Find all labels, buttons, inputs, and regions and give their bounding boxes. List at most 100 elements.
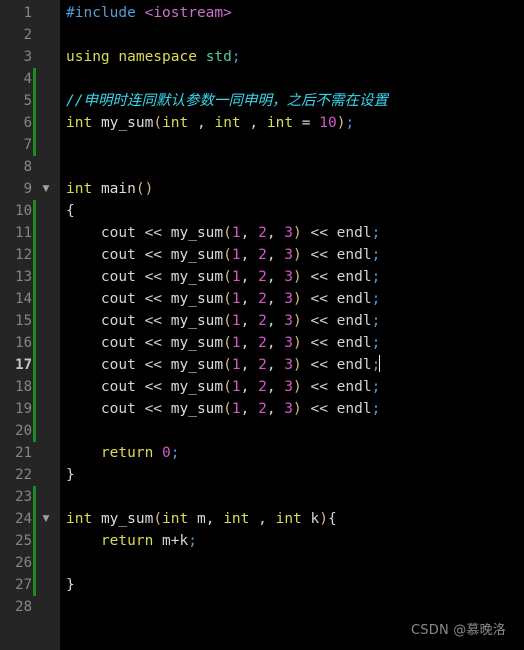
code-line-8[interactable] <box>60 156 524 178</box>
code-token: , <box>266 269 285 285</box>
code-line-10[interactable]: { <box>60 200 524 222</box>
line-number-label: 24 <box>15 511 32 527</box>
code-token: << endl <box>301 225 372 241</box>
line-number-23[interactable]: 23 <box>0 486 60 508</box>
code-line-24[interactable]: int my_sum(int m, int , int k){ <box>60 508 524 530</box>
line-number-20[interactable]: 20 <box>0 420 60 442</box>
code-token: return <box>100 445 154 461</box>
code-line-18[interactable]: cout << my_sum(1, 2, 3) << endl; <box>60 376 524 398</box>
line-number-14[interactable]: 14 <box>0 288 60 310</box>
line-number-gutter[interactable]: 1 2 3 4 5 6 7 8 9 ▼ 10 11 12 13 14 15 16 17 18 19 20 21 22 23 24… <box>0 0 60 650</box>
code-token: << endl <box>301 401 372 417</box>
code-token: , <box>266 291 285 307</box>
line-number-15[interactable]: 15 <box>0 310 60 332</box>
line-number-label: 27 <box>15 577 32 593</box>
code-line-25[interactable]: return m+k; <box>60 530 524 552</box>
code-token: << endl <box>301 291 372 307</box>
code-line-16[interactable]: cout << my_sum(1, 2, 3) << endl; <box>60 332 524 354</box>
code-token: 3 <box>284 357 294 373</box>
line-number-26[interactable]: 26 <box>0 552 60 574</box>
git-change-indicator-1[interactable] <box>33 200 36 442</box>
code-line-11[interactable]: cout << my_sum(1, 2, 3) << endl; <box>60 222 524 244</box>
code-token: cout << <box>66 225 171 241</box>
code-line-6[interactable]: int my_sum(int , int , int = 10); <box>60 112 524 134</box>
code-line-26[interactable] <box>60 552 524 574</box>
code-token: << endl <box>301 335 372 351</box>
line-number-label: 3 <box>23 49 32 65</box>
line-number-12[interactable]: 12 <box>0 244 60 266</box>
code-line-27[interactable]: } <box>60 574 524 596</box>
line-number-8[interactable]: 8 <box>0 156 60 178</box>
code-token: 3 <box>284 335 294 351</box>
line-number-27[interactable]: 27 <box>0 574 60 596</box>
line-number-24[interactable]: 24 ▼ <box>0 508 60 530</box>
code-line-9[interactable]: int main() <box>60 178 524 200</box>
line-number-5[interactable]: 5 <box>0 90 60 112</box>
line-number-label: 17 <box>15 357 32 373</box>
code-token: 1 <box>231 313 241 329</box>
code-line-12[interactable]: cout << my_sum(1, 2, 3) << endl; <box>60 244 524 266</box>
code-line-7[interactable] <box>60 134 524 156</box>
line-number-13[interactable]: 13 <box>0 266 60 288</box>
line-number-21[interactable]: 21 <box>0 442 60 464</box>
code-line-21[interactable]: return 0; <box>60 442 524 464</box>
git-change-indicator-2[interactable] <box>33 486 36 596</box>
line-number-22[interactable]: 22 <box>0 464 60 486</box>
code-token: 2 <box>258 269 267 285</box>
code-token: 1 <box>231 401 241 417</box>
code-token: 1 <box>231 335 241 351</box>
code-line-2[interactable] <box>60 24 524 46</box>
line-number-7[interactable]: 7 <box>0 134 60 156</box>
line-number-18[interactable]: 18 <box>0 376 60 398</box>
line-number-9[interactable]: 9 ▼ <box>0 178 60 200</box>
code-line-4[interactable] <box>60 68 524 90</box>
code-line-3[interactable]: using namespace std; <box>60 46 524 68</box>
code-line-5[interactable]: //申明时连同默认参数一同申明，之后不需在设置 <box>60 90 524 112</box>
line-number-25[interactable]: 25 <box>0 530 60 552</box>
line-number-6[interactable]: 6 <box>0 112 60 134</box>
git-change-indicator-0[interactable] <box>33 68 36 156</box>
code-line-23[interactable] <box>60 486 524 508</box>
line-number-17[interactable]: 17 <box>0 354 60 376</box>
code-line-19[interactable]: cout << my_sum(1, 2, 3) << endl; <box>60 398 524 420</box>
chevron-down-icon[interactable]: ▼ <box>38 508 54 530</box>
line-number-label: 2 <box>23 27 32 43</box>
code-token: ; <box>371 247 381 263</box>
code-line-22[interactable]: } <box>60 464 524 486</box>
code-token: cout << <box>66 313 171 329</box>
chevron-down-icon[interactable]: ▼ <box>38 178 54 200</box>
code-token: , <box>240 357 259 373</box>
code-line-14[interactable]: cout << my_sum(1, 2, 3) << endl; <box>60 288 524 310</box>
code-token: ( <box>223 379 232 395</box>
line-number-16[interactable]: 16 <box>0 332 60 354</box>
code-token: int <box>275 511 302 527</box>
code-line-13[interactable]: cout << my_sum(1, 2, 3) << endl; <box>60 266 524 288</box>
line-number-28[interactable]: 28 <box>0 596 60 618</box>
line-number-11[interactable]: 11 <box>0 222 60 244</box>
line-number-10[interactable]: 10 <box>0 200 60 222</box>
code-token: ) <box>293 247 302 263</box>
code-token: , <box>240 269 259 285</box>
code-token: 1 <box>231 269 241 285</box>
code-token: , <box>266 247 285 263</box>
code-line-20[interactable] <box>60 420 524 442</box>
code-token: << endl <box>301 357 372 373</box>
line-number-19[interactable]: 19 <box>0 398 60 420</box>
line-number-3[interactable]: 3 <box>0 46 60 68</box>
code-line-1[interactable]: #include <iostream> <box>60 2 524 24</box>
code-token: ; <box>170 445 180 461</box>
code-token: cout << <box>66 291 171 307</box>
code-content-area[interactable]: #include <iostream> using namespace std; /… <box>60 0 524 650</box>
line-number-4[interactable]: 4 <box>0 68 60 90</box>
code-line-28[interactable] <box>60 596 524 618</box>
code-line-17[interactable]: cout << my_sum(1, 2, 3) << endl; <box>60 354 524 376</box>
code-token: 2 <box>258 225 267 241</box>
code-token: ) <box>293 269 302 285</box>
code-token: cout << <box>66 247 171 263</box>
line-number-2[interactable]: 2 <box>0 24 60 46</box>
line-number-1[interactable]: 1 <box>0 2 60 24</box>
code-editor[interactable]: 1 2 3 4 5 6 7 8 9 ▼ 10 11 12 13 14 15 16 17 18 19 20 21 22 23 24… <box>0 0 524 650</box>
code-token: ( <box>153 115 163 131</box>
code-line-15[interactable]: cout << my_sum(1, 2, 3) << endl; <box>60 310 524 332</box>
line-number-label: 28 <box>15 599 32 615</box>
